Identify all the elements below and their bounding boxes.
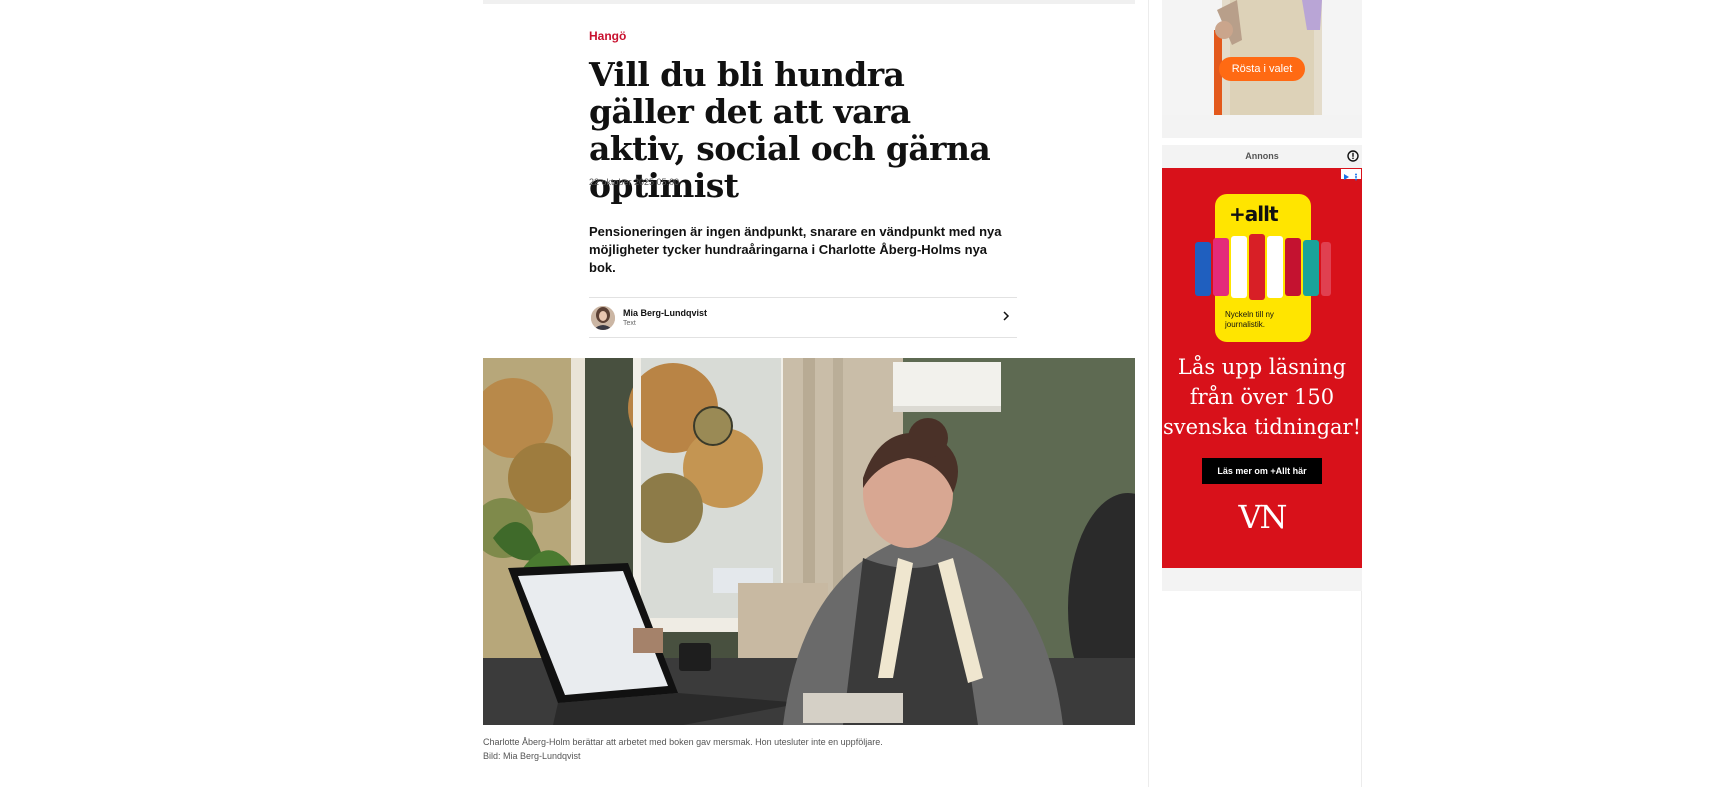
article-photo[interactable] bbox=[483, 358, 1135, 725]
brand-card: +allt Nyckeln till ny journalistik. bbox=[1195, 194, 1331, 342]
newspaper-logos-graphic bbox=[1195, 234, 1331, 300]
sidebar-divider bbox=[1361, 590, 1362, 787]
ad-label: Annons bbox=[1245, 151, 1279, 161]
vote-button[interactable]: Rösta i valet bbox=[1219, 57, 1305, 81]
top-ad[interactable]: Rösta i valet bbox=[1162, 0, 1362, 115]
read-more-button[interactable]: Läs mer om +Allt här bbox=[1202, 458, 1322, 484]
author-byline[interactable]: Mia Berg-Lundqvist Text bbox=[589, 297, 1017, 338]
ad-headline: Lås upp läsning från över 150 svenska ti… bbox=[1162, 355, 1362, 439]
card-tagline: Nyckeln till ny journalistik. bbox=[1225, 310, 1274, 329]
avatar bbox=[591, 306, 615, 330]
ad-banner[interactable]: +allt Nyckeln till ny journalistik. Lås … bbox=[1162, 168, 1362, 568]
brand-logo: +allt bbox=[1229, 202, 1279, 226]
photo-credit: Bild: Mia Berg-Lundqvist bbox=[483, 751, 581, 761]
chevron-right-icon[interactable] bbox=[999, 309, 1013, 323]
lead-paragraph: Pensioneringen är ingen ändpunkt, snarar… bbox=[589, 224, 1002, 275]
adchoices-icon[interactable] bbox=[1341, 169, 1361, 181]
article: Hangö Vill du bli hundra gäller det att … bbox=[483, 0, 1135, 787]
author-role: Text bbox=[623, 320, 636, 327]
vn-logo: VN bbox=[1238, 498, 1287, 536]
publish-date: 22 oktober 2025 05:00 bbox=[589, 177, 680, 187]
author-name: Mia Berg-Lundqvist bbox=[623, 308, 708, 318]
caption-text: Charlotte Åberg-Holm berättar att arbete… bbox=[483, 737, 883, 747]
section-kicker[interactable]: Hangö bbox=[589, 29, 626, 43]
info-icon[interactable] bbox=[1347, 150, 1359, 162]
photo-caption: Charlotte Åberg-Holm berättar att arbete… bbox=[483, 735, 883, 763]
column-divider bbox=[1148, 0, 1149, 787]
sidebar-ad: Annons +allt Nyckeln till ny journalisti… bbox=[1162, 145, 1362, 591]
